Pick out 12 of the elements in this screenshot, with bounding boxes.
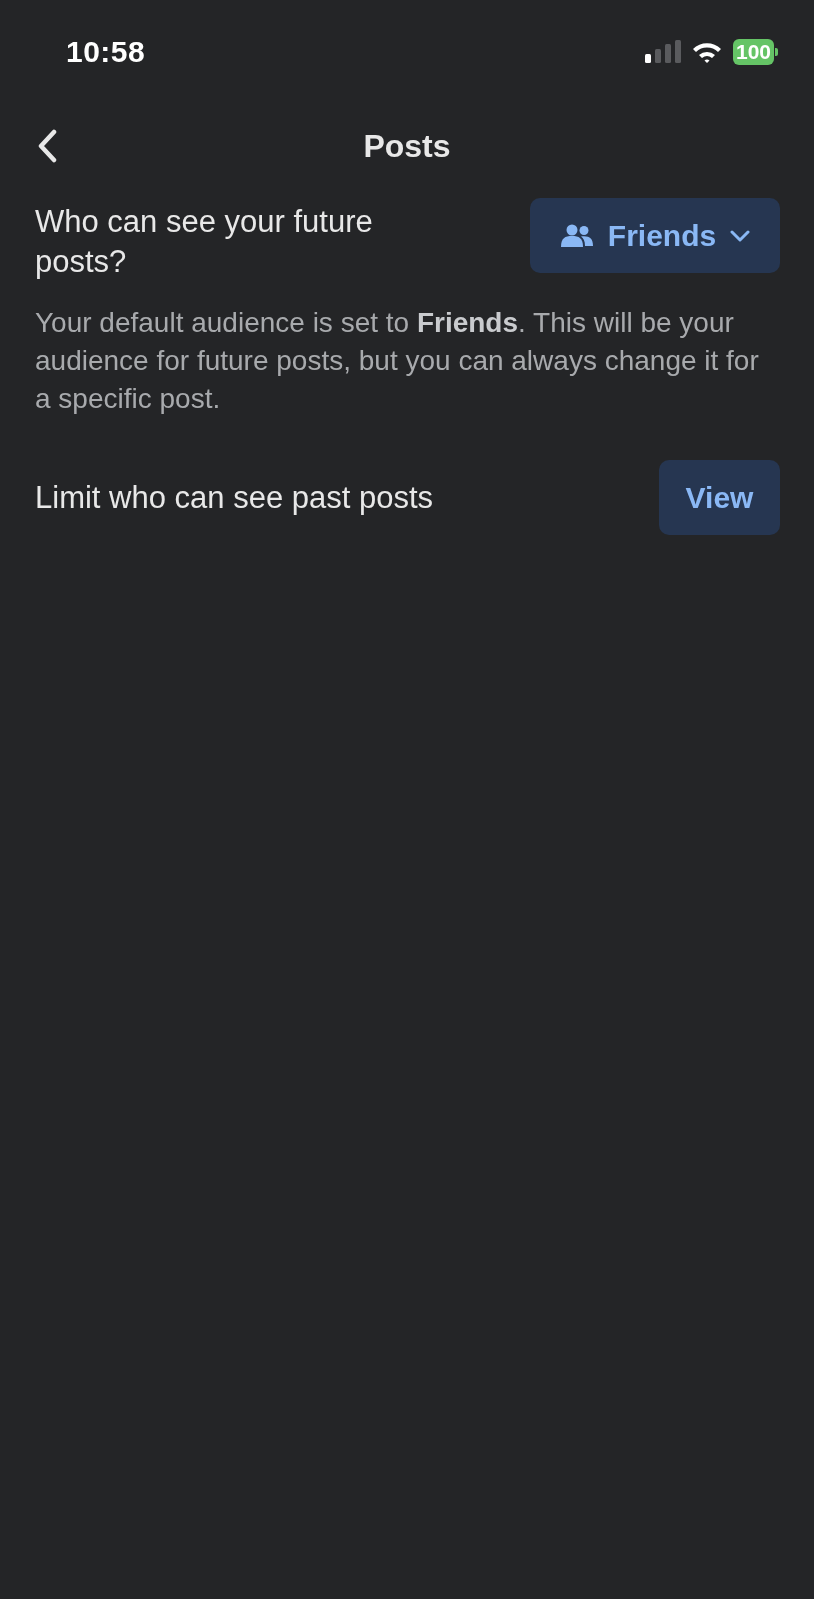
question-text: Who can see your future posts? xyxy=(35,203,374,281)
limit-label: Limit who can see past posts xyxy=(35,479,434,516)
page-title: Posts xyxy=(362,127,452,165)
view-button[interactable]: View xyxy=(659,460,780,535)
people-icon xyxy=(559,223,594,248)
audience-description: Your default audience is set to Friends. This will be your audience for future posts, but you can always change it for a specific post. xyxy=(35,306,760,416)
back-icon[interactable] xyxy=(36,129,58,163)
battery-level: 100 xyxy=(732,39,774,65)
status-time: 10:58 xyxy=(66,35,146,69)
audience-dropdown[interactable]: Friends xyxy=(530,198,780,273)
signal-icon xyxy=(644,40,681,64)
chevron-down-icon xyxy=(730,229,751,242)
